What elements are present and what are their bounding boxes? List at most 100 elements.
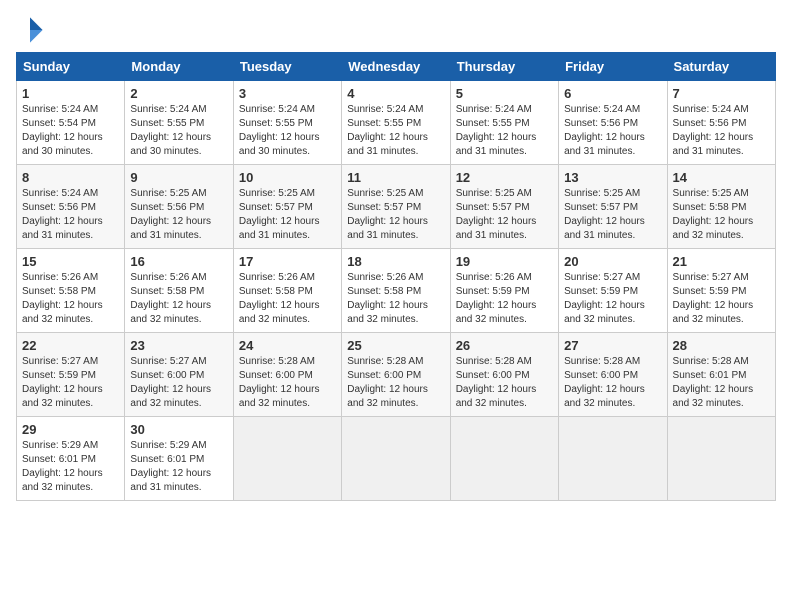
day-info: Sunrise: 5:29 AMSunset: 6:01 PMDaylight:…: [130, 440, 211, 493]
day-number: 4: [347, 86, 444, 101]
day-number: 5: [456, 86, 553, 101]
day-info: Sunrise: 5:27 AMSunset: 5:59 PMDaylight:…: [564, 272, 645, 325]
calendar-cell: 5 Sunrise: 5:24 AMSunset: 5:55 PMDayligh…: [450, 81, 558, 165]
calendar-cell: 23 Sunrise: 5:27 AMSunset: 6:00 PMDaylig…: [125, 333, 233, 417]
day-number: 19: [456, 254, 553, 269]
calendar-cell: 17 Sunrise: 5:26 AMSunset: 5:58 PMDaylig…: [233, 249, 341, 333]
calendar-cell: 1 Sunrise: 5:24 AMSunset: 5:54 PMDayligh…: [17, 81, 125, 165]
calendar-cell: 18 Sunrise: 5:26 AMSunset: 5:58 PMDaylig…: [342, 249, 450, 333]
day-info: Sunrise: 5:28 AMSunset: 6:01 PMDaylight:…: [673, 356, 754, 409]
day-number: 24: [239, 338, 336, 353]
day-number: 25: [347, 338, 444, 353]
day-info: Sunrise: 5:24 AMSunset: 5:54 PMDaylight:…: [22, 104, 103, 157]
day-number: 11: [347, 170, 444, 185]
day-info: Sunrise: 5:26 AMSunset: 5:58 PMDaylight:…: [22, 272, 103, 325]
day-number: 9: [130, 170, 227, 185]
day-info: Sunrise: 5:24 AMSunset: 5:55 PMDaylight:…: [347, 104, 428, 157]
calendar-cell: 3 Sunrise: 5:24 AMSunset: 5:55 PMDayligh…: [233, 81, 341, 165]
day-info: Sunrise: 5:26 AMSunset: 5:58 PMDaylight:…: [130, 272, 211, 325]
calendar-cell: 12 Sunrise: 5:25 AMSunset: 5:57 PMDaylig…: [450, 165, 558, 249]
day-number: 8: [22, 170, 119, 185]
day-number: 20: [564, 254, 661, 269]
calendar-cell: 8 Sunrise: 5:24 AMSunset: 5:56 PMDayligh…: [17, 165, 125, 249]
day-number: 23: [130, 338, 227, 353]
day-number: 3: [239, 86, 336, 101]
day-number: 6: [564, 86, 661, 101]
day-number: 10: [239, 170, 336, 185]
day-info: Sunrise: 5:27 AMSunset: 5:59 PMDaylight:…: [22, 356, 103, 409]
calendar-cell: 2 Sunrise: 5:24 AMSunset: 5:55 PMDayligh…: [125, 81, 233, 165]
day-number: 27: [564, 338, 661, 353]
day-info: Sunrise: 5:25 AMSunset: 5:57 PMDaylight:…: [347, 188, 428, 241]
calendar-cell: 19 Sunrise: 5:26 AMSunset: 5:59 PMDaylig…: [450, 249, 558, 333]
day-info: Sunrise: 5:26 AMSunset: 5:58 PMDaylight:…: [347, 272, 428, 325]
calendar-cell: 13 Sunrise: 5:25 AMSunset: 5:57 PMDaylig…: [559, 165, 667, 249]
calendar-cell: 21 Sunrise: 5:27 AMSunset: 5:59 PMDaylig…: [667, 249, 775, 333]
calendar-cell: [559, 417, 667, 501]
calendar-cell: 14 Sunrise: 5:25 AMSunset: 5:58 PMDaylig…: [667, 165, 775, 249]
calendar-cell: [667, 417, 775, 501]
day-info: Sunrise: 5:28 AMSunset: 6:00 PMDaylight:…: [347, 356, 428, 409]
day-info: Sunrise: 5:27 AMSunset: 5:59 PMDaylight:…: [673, 272, 754, 325]
day-info: Sunrise: 5:29 AMSunset: 6:01 PMDaylight:…: [22, 440, 103, 493]
calendar-cell: 20 Sunrise: 5:27 AMSunset: 5:59 PMDaylig…: [559, 249, 667, 333]
day-number: 16: [130, 254, 227, 269]
col-header-tuesday: Tuesday: [233, 53, 341, 81]
col-header-friday: Friday: [559, 53, 667, 81]
calendar-cell: [342, 417, 450, 501]
day-number: 13: [564, 170, 661, 185]
day-number: 7: [673, 86, 770, 101]
calendar: SundayMondayTuesdayWednesdayThursdayFrid…: [16, 52, 776, 501]
header: [16, 16, 776, 44]
day-number: 14: [673, 170, 770, 185]
day-number: 1: [22, 86, 119, 101]
day-info: Sunrise: 5:24 AMSunset: 5:55 PMDaylight:…: [456, 104, 537, 157]
calendar-cell: 25 Sunrise: 5:28 AMSunset: 6:00 PMDaylig…: [342, 333, 450, 417]
day-info: Sunrise: 5:27 AMSunset: 6:00 PMDaylight:…: [130, 356, 211, 409]
calendar-cell: 9 Sunrise: 5:25 AMSunset: 5:56 PMDayligh…: [125, 165, 233, 249]
col-header-saturday: Saturday: [667, 53, 775, 81]
day-number: 12: [456, 170, 553, 185]
calendar-cell: 7 Sunrise: 5:24 AMSunset: 5:56 PMDayligh…: [667, 81, 775, 165]
day-number: 30: [130, 422, 227, 437]
day-info: Sunrise: 5:24 AMSunset: 5:56 PMDaylight:…: [564, 104, 645, 157]
day-number: 18: [347, 254, 444, 269]
calendar-cell: 26 Sunrise: 5:28 AMSunset: 6:00 PMDaylig…: [450, 333, 558, 417]
calendar-cell: 29 Sunrise: 5:29 AMSunset: 6:01 PMDaylig…: [17, 417, 125, 501]
day-info: Sunrise: 5:25 AMSunset: 5:58 PMDaylight:…: [673, 188, 754, 241]
logo: [16, 16, 48, 44]
col-header-wednesday: Wednesday: [342, 53, 450, 81]
day-number: 21: [673, 254, 770, 269]
day-number: 26: [456, 338, 553, 353]
col-header-sunday: Sunday: [17, 53, 125, 81]
day-info: Sunrise: 5:24 AMSunset: 5:56 PMDaylight:…: [22, 188, 103, 241]
calendar-cell: [233, 417, 341, 501]
calendar-cell: 4 Sunrise: 5:24 AMSunset: 5:55 PMDayligh…: [342, 81, 450, 165]
calendar-cell: 11 Sunrise: 5:25 AMSunset: 5:57 PMDaylig…: [342, 165, 450, 249]
day-number: 2: [130, 86, 227, 101]
calendar-cell: [450, 417, 558, 501]
calendar-cell: 16 Sunrise: 5:26 AMSunset: 5:58 PMDaylig…: [125, 249, 233, 333]
calendar-cell: 6 Sunrise: 5:24 AMSunset: 5:56 PMDayligh…: [559, 81, 667, 165]
logo-icon: [16, 16, 44, 44]
day-number: 28: [673, 338, 770, 353]
day-number: 22: [22, 338, 119, 353]
day-info: Sunrise: 5:28 AMSunset: 6:00 PMDaylight:…: [564, 356, 645, 409]
col-header-monday: Monday: [125, 53, 233, 81]
calendar-cell: 30 Sunrise: 5:29 AMSunset: 6:01 PMDaylig…: [125, 417, 233, 501]
day-info: Sunrise: 5:24 AMSunset: 5:55 PMDaylight:…: [130, 104, 211, 157]
calendar-cell: 22 Sunrise: 5:27 AMSunset: 5:59 PMDaylig…: [17, 333, 125, 417]
day-number: 17: [239, 254, 336, 269]
calendar-cell: 28 Sunrise: 5:28 AMSunset: 6:01 PMDaylig…: [667, 333, 775, 417]
day-number: 15: [22, 254, 119, 269]
day-info: Sunrise: 5:25 AMSunset: 5:57 PMDaylight:…: [239, 188, 320, 241]
day-info: Sunrise: 5:25 AMSunset: 5:57 PMDaylight:…: [456, 188, 537, 241]
day-info: Sunrise: 5:24 AMSunset: 5:56 PMDaylight:…: [673, 104, 754, 157]
day-info: Sunrise: 5:25 AMSunset: 5:56 PMDaylight:…: [130, 188, 211, 241]
day-number: 29: [22, 422, 119, 437]
day-info: Sunrise: 5:28 AMSunset: 6:00 PMDaylight:…: [456, 356, 537, 409]
day-info: Sunrise: 5:24 AMSunset: 5:55 PMDaylight:…: [239, 104, 320, 157]
day-info: Sunrise: 5:28 AMSunset: 6:00 PMDaylight:…: [239, 356, 320, 409]
calendar-cell: 10 Sunrise: 5:25 AMSunset: 5:57 PMDaylig…: [233, 165, 341, 249]
day-info: Sunrise: 5:25 AMSunset: 5:57 PMDaylight:…: [564, 188, 645, 241]
